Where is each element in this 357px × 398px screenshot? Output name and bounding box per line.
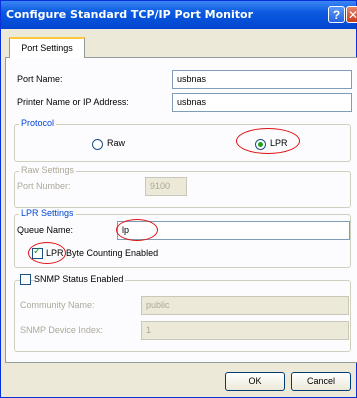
raw-radio-label: Raw xyxy=(107,138,126,148)
dialog-window: Configure Standard TCP/IP Port Monitor ?… xyxy=(0,0,357,398)
lpr-settings-group-label: LPR Settings xyxy=(19,208,76,218)
port-name-label: Port Name: xyxy=(17,74,63,84)
printer-address-input[interactable]: usbnas xyxy=(172,93,352,112)
raw-settings-group-label: Raw Settings xyxy=(19,165,77,175)
port-name-input[interactable]: usbnas xyxy=(172,70,352,89)
tab-port-settings[interactable]: Port Settings xyxy=(9,37,85,58)
annotation-circle-byte-counting xyxy=(28,242,66,264)
snmp-label: SNMP Status Enabled xyxy=(34,274,126,284)
queue-name-label: Queue Name: xyxy=(17,225,74,235)
snmp-group xyxy=(14,280,351,352)
cancel-button[interactable]: Cancel xyxy=(291,372,351,391)
port-number-label: Port Number: xyxy=(17,181,71,191)
protocol-group xyxy=(14,124,351,162)
tab-label: Port Settings xyxy=(21,43,73,53)
port-number-input[interactable]: 9100 xyxy=(145,177,187,196)
title-bar[interactable]: Configure Standard TCP/IP Port Monitor ?… xyxy=(1,1,357,29)
printer-address-label: Printer Name or IP Address: xyxy=(17,97,129,107)
community-name-input[interactable]: public xyxy=(141,296,349,315)
device-index-label: SNMP Device Index: xyxy=(20,325,103,335)
window-title: Configure Standard TCP/IP Port Monitor xyxy=(6,8,254,21)
device-index-input[interactable]: 1 xyxy=(141,321,349,340)
raw-radio[interactable] xyxy=(92,139,103,150)
snmp-checkbox[interactable] xyxy=(20,274,31,285)
community-name-label: Community Name: xyxy=(20,300,95,310)
close-button[interactable]: ✕ xyxy=(346,6,357,23)
protocol-group-label: Protocol xyxy=(19,118,57,128)
annotation-circle-queue xyxy=(116,219,158,241)
annotation-circle-lpr xyxy=(236,128,300,154)
help-button[interactable]: ? xyxy=(328,6,345,23)
ok-button[interactable]: OK xyxy=(225,372,285,391)
port-settings-panel: Port Name: usbnas Printer Name or IP Add… xyxy=(5,57,357,363)
